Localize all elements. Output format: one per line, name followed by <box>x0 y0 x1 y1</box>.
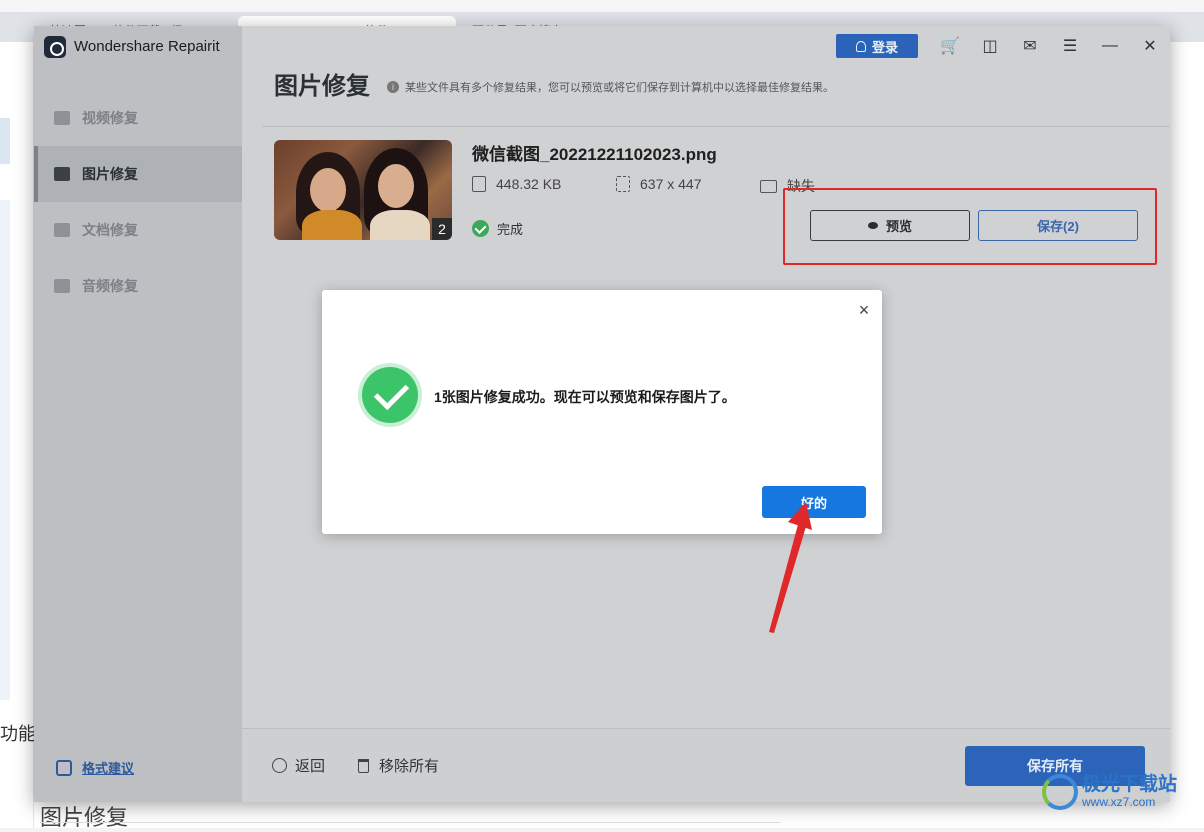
footer-bar: 返回 移除所有 保存所有 <box>242 728 1170 802</box>
format-suggestion-label: 格式建议 <box>82 761 135 776</box>
watermark-url: www.xz7.com <box>1082 795 1156 809</box>
dialog-message: 1张图片修复成功。现在可以预览和保存图片了。 <box>434 389 736 405</box>
watermark-logo-icon <box>1042 774 1078 810</box>
thumbnail-graphic <box>370 210 430 240</box>
headset-icon[interactable]: ◫ <box>970 26 1010 66</box>
cart-icon[interactable]: 🛒 <box>930 26 970 66</box>
mail-icon[interactable]: ✉ <box>1010 26 1050 66</box>
highlight-box <box>783 188 1157 265</box>
sidebar-item-audio-repair[interactable]: 音频修复 <box>34 258 242 314</box>
dialog-close-icon[interactable]: × <box>856 301 872 319</box>
sidebar-item-video-repair[interactable]: 视频修复 <box>34 90 242 146</box>
edit-icon <box>56 759 72 776</box>
page-highlight-block <box>0 118 10 164</box>
info-icon: i <box>387 81 399 93</box>
ok-button[interactable]: 好的 <box>762 486 866 518</box>
result-count-badge: 2 <box>432 218 452 240</box>
document-icon <box>54 223 70 237</box>
title-bar-controls: 登录 🛒 ◫ ✉ ☰ — ✕ <box>836 26 1170 66</box>
remove-all-label: 移除所有 <box>379 758 440 775</box>
file-size: 448.32 KB <box>472 176 561 192</box>
file-name: 微信截图_20221221102023.png <box>472 145 717 164</box>
page-hint-text: 某些文件具有多个修复结果，您可以预览或将它们保存到计算机中以选择最佳修复结果。 <box>405 82 834 94</box>
sidebar-item-label: 文档修复 <box>82 222 138 238</box>
camera-icon <box>760 179 777 193</box>
trash-icon <box>358 758 369 773</box>
sidebar: Wondershare Repairit 视频修复 图片修复 文档修复 音频修复… <box>34 26 242 802</box>
back-button[interactable]: 返回 <box>272 755 325 776</box>
thumbnail-graphic <box>310 168 346 212</box>
thumbnail-graphic <box>378 164 414 208</box>
image-icon <box>54 167 70 181</box>
watermark: 极光下载站 www.xz7.com <box>1042 774 1177 810</box>
app-logo-icon <box>44 36 66 58</box>
page-title: 图片修复 <box>274 73 370 100</box>
thumbnail-graphic <box>302 210 362 240</box>
sidebar-item-label: 视频修复 <box>82 110 138 126</box>
app-title: Wondershare Repairit <box>74 38 220 55</box>
menu-icon[interactable]: ☰ <box>1050 26 1090 66</box>
video-icon <box>54 111 70 125</box>
repair-status: 完成 <box>472 219 523 238</box>
close-icon[interactable]: ✕ <box>1130 26 1170 66</box>
sidebar-item-document-repair[interactable]: 文档修复 <box>34 202 242 258</box>
file-icon <box>472 176 486 192</box>
bookmarks-bar <box>0 0 1204 12</box>
page-hint: i 某些文件具有多个修复结果，您可以预览或将它们保存到计算机中以选择最佳修复结果… <box>387 79 834 95</box>
login-label: 登录 <box>871 39 898 55</box>
file-dimensions: 637 x 447 <box>616 176 702 192</box>
sidebar-item-label: 图片修复 <box>82 166 138 182</box>
file-size-value: 448.32 KB <box>496 176 562 192</box>
minimize-icon[interactable]: — <box>1090 26 1130 66</box>
file-dimensions-value: 637 x 447 <box>640 176 702 192</box>
login-button[interactable]: 登录 <box>836 34 918 58</box>
watermark-text: 极光下载站 www.xz7.com <box>1082 774 1178 810</box>
remove-all-button[interactable]: 移除所有 <box>358 755 439 776</box>
check-circle-icon <box>472 220 489 237</box>
divider <box>262 126 1170 127</box>
success-dialog: × 1张图片修复成功。现在可以预览和保存图片了。 好的 <box>322 290 882 534</box>
save-all-label: 保存所有 <box>1027 758 1083 774</box>
image-thumbnail[interactable]: 2 <box>274 140 452 240</box>
page-heading-fragment: 图片修复 <box>40 805 129 830</box>
repair-status-text: 完成 <box>497 222 524 237</box>
resolution-icon <box>616 176 630 192</box>
success-check-icon <box>362 367 418 423</box>
page-side-block <box>0 200 10 700</box>
audio-icon <box>54 279 70 293</box>
watermark-name: 极光下载站 <box>1082 774 1178 795</box>
ok-label: 好的 <box>800 495 827 511</box>
sidebar-nav: 视频修复 图片修复 文档修复 音频修复 <box>34 90 242 314</box>
back-label: 返回 <box>295 758 326 775</box>
sidebar-item-image-repair[interactable]: 图片修复 <box>34 146 242 202</box>
page-divider <box>40 822 780 823</box>
sidebar-item-label: 音频修复 <box>82 278 138 294</box>
back-arrow-icon <box>272 758 287 773</box>
format-suggestion-link[interactable]: 格式建议 <box>56 758 134 777</box>
user-icon <box>855 40 866 52</box>
